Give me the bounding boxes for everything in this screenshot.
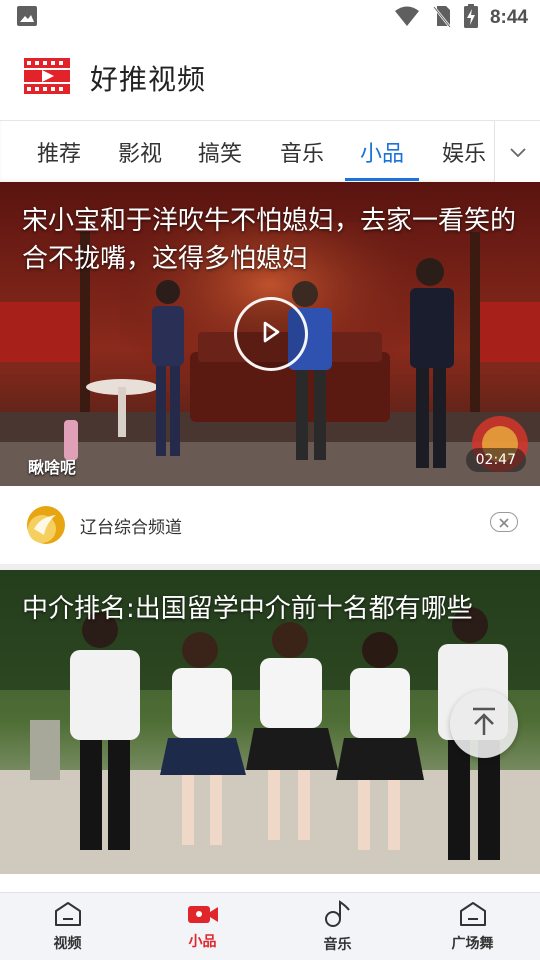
nav-item-sketch[interactable]: 小品 [135,893,270,960]
no-sim-icon [432,4,452,32]
tab-film[interactable]: 影视 [100,121,180,183]
tab-music[interactable]: 音乐 [262,121,342,183]
play-icon [260,320,282,348]
bottom-navigation: 视频 小品 音乐 广场舞 [0,892,540,960]
video-card-thumbnail[interactable]: 宋小宝和于洋吹牛不怕媳妇，去家一看笑的合不拢嘴，这得多怕媳妇 瞅啥呢 02:47 [0,182,540,486]
nav-label-video: 视频 [53,935,82,952]
nav-label-sketch: 小品 [188,933,217,950]
video-watermark: 瞅啥呢 [28,458,77,477]
tab-expand-button[interactable] [494,121,540,183]
active-tab-indicator [345,178,419,181]
image-notification-icon [16,5,38,31]
status-bar: 8:44 [0,0,540,36]
tab-strip: 推荐 影视 搞笑 音乐 小品 娱乐 [0,121,494,183]
tab-sketch[interactable]: 小品 [344,121,420,183]
status-time: 8:44 [489,7,528,28]
app-title: 好推视频 [90,63,207,96]
play-button[interactable] [234,297,308,371]
video-title: 宋小宝和于洋吹牛不怕媳妇，去家一看笑的合不拢嘴，这得多怕媳妇 [22,206,517,274]
home-icon [53,901,83,931]
channel-name[interactable]: 辽台综合频道 [80,513,182,538]
category-tab-bar: 推荐 影视 搞笑 音乐 小品 娱乐 [0,120,540,183]
music-note-icon [323,899,353,932]
list-end-spacer [0,874,540,892]
tab-entertainment[interactable]: 娱乐 [424,121,494,183]
app-logo-icon [24,58,70,98]
app-header: 好推视频 [0,36,540,120]
nav-item-music[interactable]: 音乐 [270,893,405,960]
home-icon [458,901,488,931]
video-source-row: 辽台综合频道 [0,486,540,564]
app-root: 8:44 好推视频 推荐 影视 搞笑 音乐 小品 娱乐 宋小宝和于洋吹牛不怕媳妇… [0,0,540,960]
ad-title: 中介排名:出国留学中介前十名都有哪些 [22,594,473,624]
wifi-icon [394,5,420,31]
battery-charging-icon [463,4,478,32]
close-icon [499,513,509,532]
nav-label-square-dance: 广场舞 [451,935,494,952]
video-duration: 02:47 [465,448,526,472]
scroll-to-top-button[interactable] [450,690,518,758]
tab-comedy[interactable]: 搞笑 [180,121,260,183]
video-camera-icon [187,903,219,929]
dismiss-button[interactable] [490,512,518,532]
chevron-down-icon [509,143,526,162]
channel-logo-icon[interactable] [26,505,66,545]
arrow-up-icon [470,707,498,741]
nav-item-square-dance[interactable]: 广场舞 [405,893,540,960]
nav-label-music: 音乐 [323,936,352,953]
nav-item-video[interactable]: 视频 [0,893,135,960]
tab-recommend[interactable]: 推荐 [18,121,100,183]
